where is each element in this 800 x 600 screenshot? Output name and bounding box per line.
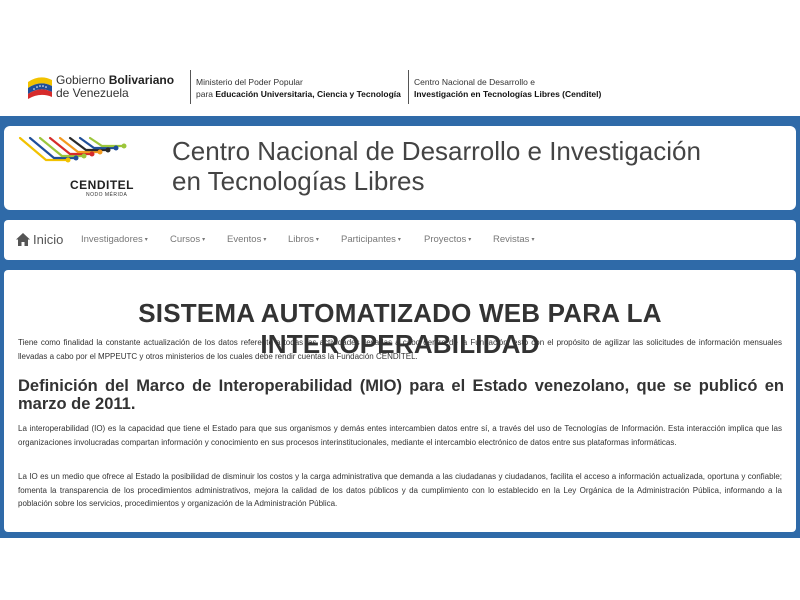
- main-nav: Inicio Investigadores ▾ Cursos ▾ Eventos ▾ …: [4, 220, 796, 260]
- divider: [190, 70, 191, 104]
- ministry-name: Ministerio del Poder Popular para Educac…: [196, 77, 401, 99]
- caret-down-icon: ▾: [531, 236, 535, 243]
- gov-name: Gobierno Bolivariano de Venezuela: [56, 73, 175, 100]
- caret-down-icon: ▾: [397, 236, 401, 243]
- nav-revistas[interactable]: Revistas ▾: [493, 234, 534, 245]
- caret-down-icon: ▾: [144, 236, 148, 243]
- caret-down-icon: ▾: [468, 236, 472, 243]
- home-icon: [16, 233, 30, 246]
- divider: [408, 70, 409, 104]
- logo-text: CENDITEL: [70, 178, 134, 192]
- section-heading: Definición del Marco de Interoperabilida…: [18, 377, 784, 413]
- nav-participantes[interactable]: Participantes ▾: [341, 234, 401, 245]
- nav-libros[interactable]: Libros ▾: [288, 234, 319, 245]
- nav-proyectos[interactable]: Proyectos ▾: [424, 234, 471, 245]
- nav-investigadores[interactable]: Investigadores ▾: [81, 234, 148, 245]
- nav-cursos[interactable]: Cursos ▾: [170, 234, 205, 245]
- venezuela-flag-icon: [28, 77, 52, 99]
- logo-subtext: NODO MÉRIDA: [86, 192, 128, 198]
- intro-paragraph: Tiene como finalidad la constante actual…: [18, 338, 782, 361]
- paragraph: La interoperabilidad (IO) es la capacida…: [18, 424, 782, 447]
- center-name: Centro Nacional de Desarrollo e Investig…: [414, 77, 602, 99]
- caret-down-icon: ▾: [315, 236, 319, 243]
- caret-down-icon: ▾: [202, 236, 206, 243]
- government-header: Gobierno Bolivariano de Venezuela Minist…: [0, 62, 800, 110]
- paragraph: La IO es un medio que ofrece al Estado l…: [18, 472, 782, 508]
- site-banner: CENDITEL NODO MÉRIDA Centro Nacional de …: [4, 126, 796, 210]
- nav-eventos[interactable]: Eventos ▾: [227, 234, 266, 245]
- caret-down-icon: ▾: [263, 236, 267, 243]
- nav-home-label: Inicio: [33, 232, 64, 247]
- nav-home[interactable]: Inicio: [16, 232, 63, 247]
- main-content: SISTEMA AUTOMATIZADO WEB PARA LA INTEROP…: [4, 270, 796, 532]
- site-title: Centro Nacional de Desarrollo e Investig…: [172, 136, 701, 196]
